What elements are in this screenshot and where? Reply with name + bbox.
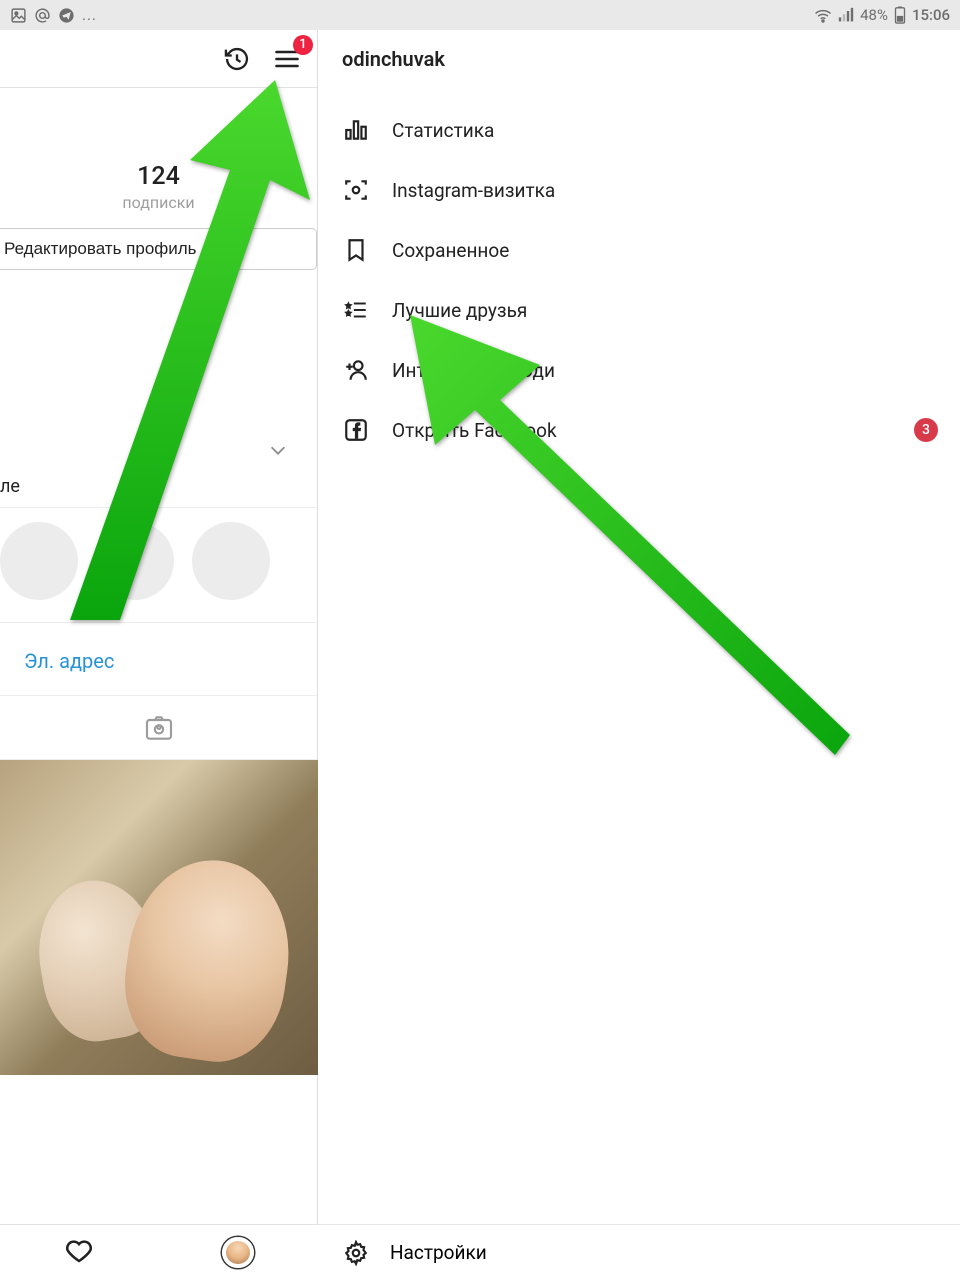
facebook-icon bbox=[342, 416, 370, 444]
battery-percent: 48% bbox=[860, 6, 888, 24]
menu-label: Сохраненное bbox=[392, 239, 509, 262]
menu-settings[interactable]: Настройки bbox=[318, 1224, 960, 1280]
menu-label: Интересные люди bbox=[392, 359, 555, 382]
followings-stat[interactable]: 124 подписки bbox=[0, 88, 317, 212]
expand-toggle[interactable] bbox=[0, 430, 317, 470]
side-drawer: odinchuvak Статистика Instagram-визитка … bbox=[318, 30, 960, 1280]
menu-label: Instagram-визитка bbox=[392, 179, 555, 202]
heart-icon[interactable] bbox=[64, 1236, 94, 1270]
at-icon bbox=[34, 7, 51, 24]
menu-badge: 1 bbox=[293, 35, 313, 55]
clock: 15:06 bbox=[912, 6, 950, 24]
highlight-section-label: ле bbox=[0, 470, 317, 508]
star-list-icon bbox=[342, 296, 370, 324]
menu-statistics[interactable]: Статистика bbox=[318, 100, 960, 160]
more-dots: ... bbox=[82, 6, 97, 24]
profile-top-bar: 1 bbox=[0, 30, 317, 88]
facebook-badge: 3 bbox=[914, 418, 938, 442]
story-highlight[interactable] bbox=[96, 522, 174, 600]
story-highlights-row bbox=[0, 508, 317, 623]
menu-nametag[interactable]: Instagram-визитка bbox=[318, 160, 960, 220]
menu-button[interactable]: 1 bbox=[273, 45, 301, 73]
story-highlight[interactable] bbox=[192, 522, 270, 600]
profile-pane: 1 124 подписки Редактировать профиль ле … bbox=[0, 30, 318, 1280]
edit-profile-button[interactable]: Редактировать профиль bbox=[0, 228, 317, 270]
followings-label: подписки bbox=[0, 193, 317, 212]
status-bar: ... 48% 15:06 bbox=[0, 0, 960, 30]
signal-icon bbox=[838, 7, 854, 23]
bookmark-icon bbox=[342, 236, 370, 264]
menu-close-friends[interactable]: Лучшие друзья bbox=[318, 280, 960, 340]
gallery-icon bbox=[10, 7, 27, 24]
bottom-nav bbox=[0, 1224, 318, 1280]
menu-open-facebook[interactable]: Открыть Facebook 3 bbox=[318, 400, 960, 460]
followings-count: 124 bbox=[0, 162, 317, 191]
add-person-icon bbox=[342, 356, 370, 384]
profile-tab-avatar[interactable] bbox=[222, 1237, 254, 1268]
settings-label: Настройки bbox=[390, 1241, 487, 1264]
post-thumbnail[interactable] bbox=[0, 760, 318, 1075]
menu-label: Лучшие друзья bbox=[392, 299, 527, 322]
tagged-tab[interactable] bbox=[0, 696, 317, 760]
stats-icon bbox=[342, 116, 370, 144]
wifi-icon bbox=[814, 7, 832, 23]
gear-icon bbox=[342, 1239, 370, 1267]
drawer-username: odinchuvak bbox=[318, 30, 960, 88]
story-highlight[interactable] bbox=[0, 522, 78, 600]
menu-label: Статистика bbox=[392, 119, 494, 142]
menu-label: Открыть Facebook bbox=[392, 419, 557, 442]
battery-icon bbox=[894, 6, 906, 24]
menu-discover-people[interactable]: Интересные люди bbox=[318, 340, 960, 400]
nametag-icon bbox=[342, 176, 370, 204]
menu-saved[interactable]: Сохраненное bbox=[318, 220, 960, 280]
telegram-icon bbox=[58, 7, 75, 24]
history-icon[interactable] bbox=[223, 45, 251, 73]
email-link[interactable]: Эл. адрес bbox=[24, 649, 114, 673]
